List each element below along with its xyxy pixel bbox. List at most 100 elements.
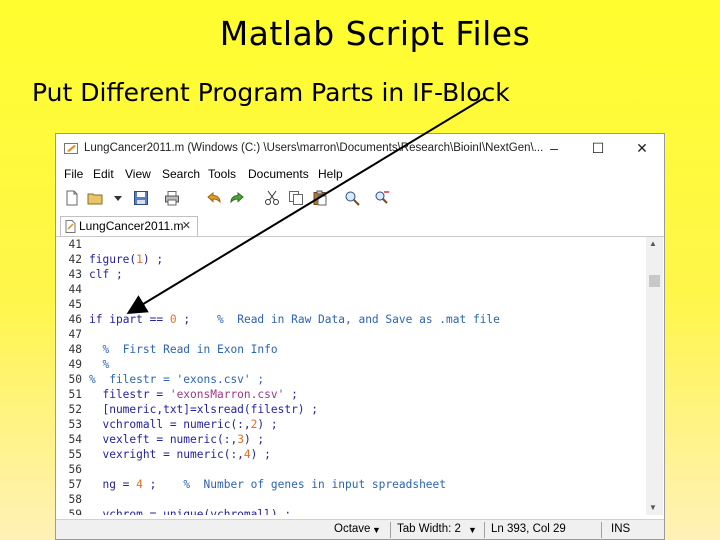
vertical-scrollbar[interactable]: ▲ ▼ [646, 237, 663, 515]
dropdown-icon[interactable] [110, 190, 126, 206]
code-line[interactable]: 47 [56, 327, 646, 342]
status-language[interactable]: Octave [334, 523, 370, 535]
status-mode: INS [611, 523, 631, 535]
code-text[interactable]: if ipart == 0 ; % Read in Raw Data, and … [89, 312, 500, 327]
status-divider [484, 522, 485, 538]
code-line[interactable]: 42 figure(1) ; [56, 252, 646, 267]
line-number: 42 [68, 253, 82, 266]
find-replace-icon[interactable] [374, 190, 390, 206]
code-text[interactable]: vchromall = numeric(:,2) ; [89, 417, 277, 432]
line-number: 41 [68, 238, 82, 251]
code-line[interactable]: 55 vexright = numeric(:,4) ; [56, 447, 646, 462]
line-number: 58 [68, 493, 82, 506]
editor-window: LungCancer2011.m (Windows (C:) \Users\ma… [55, 133, 665, 540]
menu-documents[interactable]: Documents [248, 167, 309, 181]
scroll-thumb[interactable] [649, 275, 660, 287]
save-icon[interactable] [133, 190, 149, 206]
line-number: 44 [68, 283, 82, 296]
code-text[interactable]: % First Read in Exon Info [89, 342, 277, 357]
line-number: 50 [68, 373, 82, 386]
line-number: 54 [68, 433, 82, 446]
menu-help[interactable]: Help [318, 167, 343, 181]
code-line[interactable]: 41 [56, 237, 646, 252]
line-number: 46 [68, 313, 82, 326]
tab-bar: LungCancer2011.m ✕ [56, 214, 664, 237]
code-line[interactable]: 50 % filestr = 'exons.csv' ; [56, 372, 646, 387]
copy-icon[interactable] [288, 190, 304, 206]
code-text[interactable]: figure(1) ; [89, 252, 163, 267]
status-divider [390, 522, 391, 538]
line-number: 49 [68, 358, 82, 371]
code-text[interactable]: vchrom = unique(vchromall) ; [89, 507, 291, 515]
line-number: 56 [68, 463, 82, 476]
menu-edit[interactable]: Edit [93, 167, 114, 181]
status-tab-width[interactable]: Tab Width: 2 [397, 523, 461, 535]
line-number: 48 [68, 343, 82, 356]
menu-view[interactable]: View [125, 167, 151, 181]
close-button[interactable]: ✕ [630, 138, 654, 158]
status-divider [601, 522, 602, 538]
line-number: 57 [68, 478, 82, 491]
minimize-button[interactable]: – [542, 138, 566, 158]
code-text[interactable]: % [89, 357, 109, 372]
line-number: 43 [68, 268, 82, 281]
chevron-down-icon: ▼ [372, 525, 381, 535]
app-icon [64, 143, 78, 154]
code-line[interactable]: 43 clf ; [56, 267, 646, 282]
chevron-down-icon: ▼ [468, 525, 477, 535]
line-number: 55 [68, 448, 82, 461]
code-line[interactable]: 57 ng = 4 ; % Number of genes in input s… [56, 477, 646, 492]
code-line[interactable]: 49 % [56, 357, 646, 372]
paste-icon[interactable] [312, 190, 328, 206]
code-text[interactable]: ng = 4 ; % Number of genes in input spre… [89, 477, 446, 492]
code-line[interactable]: 52 [numeric,txt]=xlsread(filestr) ; [56, 402, 646, 417]
line-number: 52 [68, 403, 82, 416]
code-line[interactable]: 45 [56, 297, 646, 312]
file-icon [65, 220, 76, 233]
undo-icon[interactable] [206, 190, 222, 206]
status-position: Ln 393, Col 29 [491, 523, 566, 535]
menu-bar: File Edit View Search Tools Documents He… [56, 164, 664, 184]
code-text[interactable]: filestr = 'exonsMarron.csv' ; [89, 387, 297, 402]
maximize-button[interactable]: ☐ [586, 138, 610, 158]
cut-icon[interactable] [264, 190, 280, 206]
line-number: 51 [68, 388, 82, 401]
code-line[interactable]: 48 % First Read in Exon Info [56, 342, 646, 357]
print-icon[interactable] [164, 190, 180, 206]
new-file-icon[interactable] [64, 190, 80, 206]
code-line[interactable]: 56 [56, 462, 646, 477]
menu-search[interactable]: Search [162, 167, 200, 181]
code-editor[interactable]: 41 42 figure(1) ; 43 clf ; 44 45 46 if ipart == … [56, 237, 646, 515]
code-line[interactable]: 44 [56, 282, 646, 297]
code-line[interactable]: 54 vexleft = numeric(:,3) ; [56, 432, 646, 447]
slide-subtitle: Put Different Program Parts in IF-Block [32, 78, 510, 107]
menu-file[interactable]: File [64, 167, 83, 181]
menu-tools[interactable]: Tools [208, 167, 236, 181]
redo-icon[interactable] [229, 190, 245, 206]
code-line[interactable]: 58 [56, 492, 646, 507]
code-line[interactable]: 46 if ipart == 0 ; % Read in Raw Data, an… [56, 312, 646, 327]
scroll-down-icon[interactable]: ▼ [649, 503, 657, 512]
status-bar: Octave ▼ Tab Width: 2 ▼ Ln 393, Col 29 I… [56, 519, 664, 539]
code-line[interactable]: 59 vchrom = unique(vchromall) ; [56, 507, 646, 515]
toolbar [56, 186, 664, 212]
code-line[interactable]: 53 vchromall = numeric(:,2) ; [56, 417, 646, 432]
title-bar[interactable]: LungCancer2011.m (Windows (C:) \Users\ma… [56, 134, 664, 164]
line-number: 59 [68, 508, 82, 515]
window-title: LungCancer2011.m (Windows (C:) \Users\ma… [84, 142, 544, 154]
code-text[interactable]: vexleft = numeric(:,3) ; [89, 432, 264, 447]
tab-lungcancer[interactable]: LungCancer2011.m ✕ [60, 216, 198, 236]
scroll-up-icon[interactable]: ▲ [649, 239, 657, 248]
find-icon[interactable] [344, 190, 360, 206]
line-number: 53 [68, 418, 82, 431]
tab-close-icon[interactable]: ✕ [182, 219, 191, 232]
code-text[interactable]: % filestr = 'exons.csv' ; [89, 372, 264, 387]
open-folder-icon[interactable] [87, 190, 103, 206]
code-text[interactable]: clf ; [89, 267, 123, 282]
code-text[interactable]: [numeric,txt]=xlsread(filestr) ; [89, 402, 318, 417]
code-line[interactable]: 51 filestr = 'exonsMarron.csv' ; [56, 387, 646, 402]
code-text[interactable]: vexright = numeric(:,4) ; [89, 447, 270, 462]
tab-label: LungCancer2011.m [79, 219, 184, 233]
slide-title: Matlab Script Files [219, 14, 531, 53]
line-number: 45 [68, 298, 82, 311]
